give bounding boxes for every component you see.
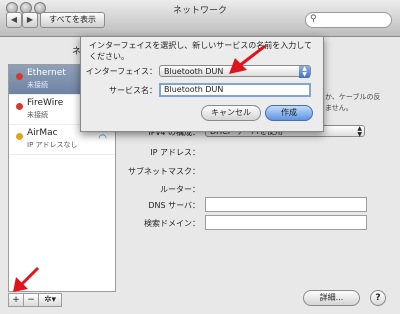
service-name: Ethernet xyxy=(27,68,66,78)
select-arrows-icon: ▲ ▼ xyxy=(357,125,362,138)
interface-label: インターフェイス： xyxy=(85,67,157,76)
add-service-button[interactable]: + xyxy=(8,293,24,307)
service-status: 未接続 xyxy=(27,111,48,119)
service-list-toolbar: + − ✲▾ xyxy=(8,293,62,307)
back-button[interactable]: ◀ xyxy=(6,12,22,28)
show-all-button[interactable]: すべてを表示 xyxy=(40,12,105,28)
search-icon: ⚲ xyxy=(310,14,317,24)
ip-address-label: IP アドレス： xyxy=(150,148,200,157)
router-label: ルーター： xyxy=(160,185,200,194)
remove-service-button[interactable]: − xyxy=(23,293,39,307)
subnet-mask-label: サブネットマスク： xyxy=(128,167,200,176)
annotation-arrow-icon xyxy=(13,266,40,292)
status-dot-icon xyxy=(16,133,23,140)
select-arrows-icon: ▲ ▼ xyxy=(299,66,310,78)
status-text-line1: か、ケーブルの反 xyxy=(325,93,381,101)
service-name-field[interactable]: Bluetooth DUN xyxy=(159,83,311,97)
title-bar: ネットワーク ◀ ▶ すべてを表示 ⚲ xyxy=(0,0,400,37)
dns-server-label: DNS サーバ： xyxy=(148,201,200,210)
search-domain-field[interactable] xyxy=(205,215,367,230)
search-field[interactable]: ⚲ xyxy=(305,12,392,28)
service-name: AirMac xyxy=(27,128,58,138)
forward-button[interactable]: ▶ xyxy=(22,12,38,28)
status-dot-icon xyxy=(16,103,23,110)
dns-server-field[interactable] xyxy=(205,197,367,212)
help-button[interactable]: ? xyxy=(370,290,386,306)
interface-value: Bluetooth DUN xyxy=(164,67,224,76)
wifi-icon: ◠ xyxy=(98,133,107,144)
sheet-message: インターフェイスを選択し、新しいサービスの名前を入力してください。 xyxy=(89,41,313,61)
gear-menu-button[interactable]: ✲▾ xyxy=(38,293,62,307)
service-status: 未接続 xyxy=(27,81,48,89)
create-button[interactable]: 作成 xyxy=(265,105,313,121)
annotation-arrow-icon xyxy=(229,44,266,74)
service-name-label: サービス名： xyxy=(109,86,157,95)
search-domain-label: 検索ドメイン： xyxy=(144,219,200,228)
network-preferences-window: ネットワーク ◀ ▶ すべてを表示 ⚲ ネ Ethernet 未接続 FireW… xyxy=(0,0,400,314)
new-service-sheet: インターフェイスを選択し、新しいサービスの名前を入力してください。 インターフェ… xyxy=(80,36,324,132)
advanced-button[interactable]: 詳細... xyxy=(303,290,360,306)
service-status: IP アドレスなし xyxy=(27,141,78,149)
service-name: FireWire xyxy=(27,98,64,108)
status-dot-icon xyxy=(16,73,23,80)
status-text-line2: ません。 xyxy=(325,104,353,112)
cancel-button[interactable]: キャンセル xyxy=(201,105,261,121)
